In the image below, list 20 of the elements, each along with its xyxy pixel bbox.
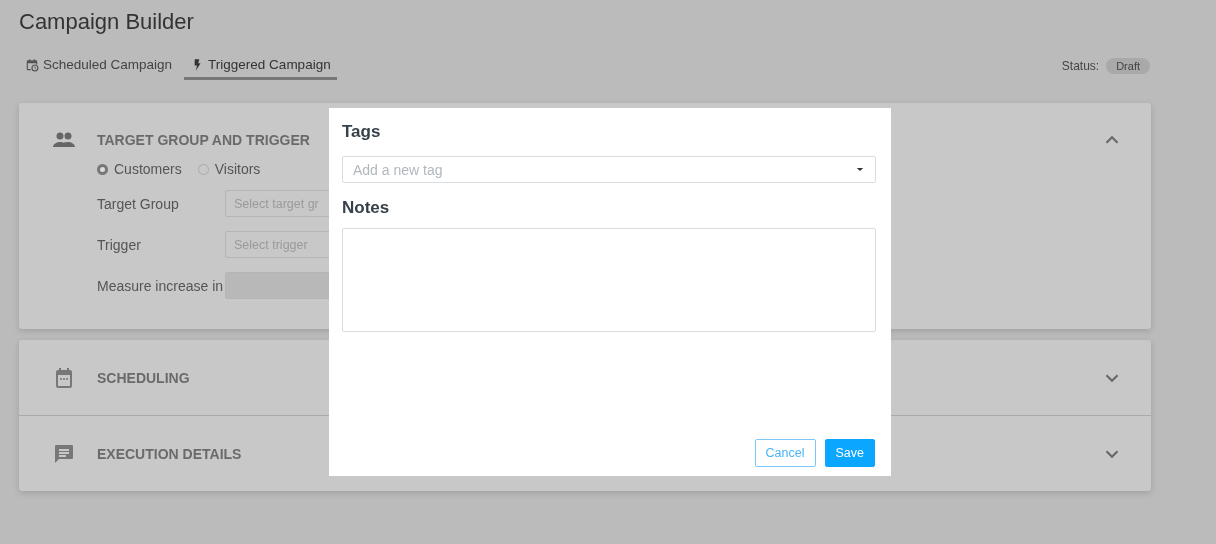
audience-radio[interactable]: Visitors (197, 161, 261, 177)
campaign-tab[interactable]: Triggered Campaign (184, 51, 337, 80)
tag-select-field[interactable]: Add a new tag (342, 156, 876, 183)
field-label: Measure increase in (97, 277, 225, 294)
section-title: EXECUTION DETAILS (97, 445, 242, 462)
field-label: Target Group (97, 195, 180, 212)
page-title: Campaign Builder (19, 8, 195, 36)
campaign-tab[interactable]: Scheduled Campaign (23, 51, 175, 80)
save-button[interactable]: Save (824, 439, 875, 467)
section-title: SCHEDULING (97, 369, 190, 386)
cancel-button[interactable]: Cancel (754, 439, 816, 467)
field-label: Trigger (97, 236, 142, 253)
notes-field[interactable] (342, 228, 876, 332)
audience-radio[interactable]: Customers (97, 161, 182, 177)
caret-icon (856, 167, 864, 172)
calendar-clock-icon (25, 57, 39, 72)
status-badge: Draft (1106, 57, 1150, 74)
section-title: TARGET GROUP AND TRIGGER (97, 132, 310, 148)
status-label: Status: (1061, 58, 1100, 73)
tags-label: Tags (342, 122, 382, 142)
